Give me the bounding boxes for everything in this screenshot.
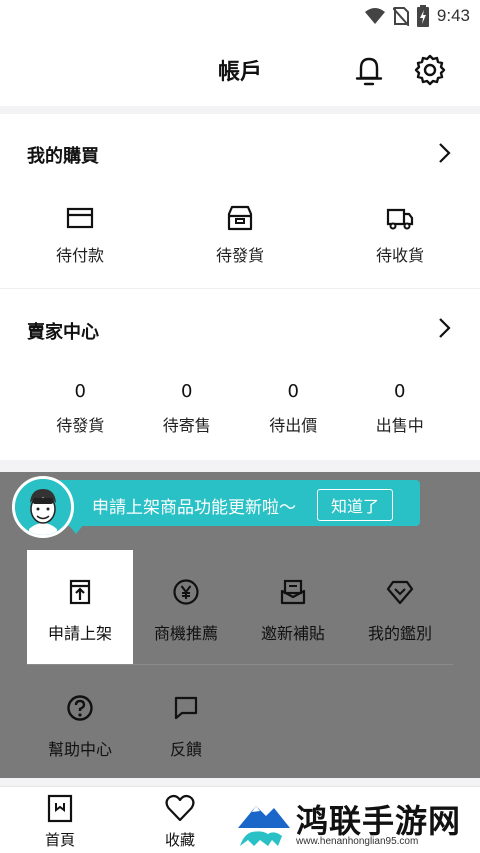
help-icon [67,695,93,721]
seller-item-pending-shipment[interactable]: 0 待發貨 [27,381,134,436]
yen-coin-icon [173,579,199,605]
tool-help-center[interactable]: 幫助中心 [27,666,133,780]
feedback-icon [174,696,198,720]
nav-item-home[interactable]: 首頁 [0,793,120,850]
tool-label: 申請上架 [47,624,112,643]
purchases-title: 我的購買 [27,146,99,167]
tool-label: 反饋 [169,740,202,759]
tool-apply-listing[interactable]: 申請上架 [27,550,133,664]
chevron-right-icon[interactable] [438,142,452,164]
seller-item-on-sale[interactable]: 0 出售中 [347,381,454,436]
purchase-label: 待發貨 [215,246,264,265]
purchase-item-pending-receipt[interactable]: 待收貨 [320,204,480,266]
seller-title: 賣家中心 [27,322,99,343]
mascot-icon [15,479,71,535]
seller-count: 0 [394,381,406,402]
heart-icon [165,794,195,822]
watermark-url: www.henanhonglian95.com [296,836,419,847]
wifi-icon [364,8,385,24]
page-title: 帳戶 [217,60,262,85]
tool-invite[interactable]: 邀新補貼 [240,550,346,664]
bell-icon[interactable] [354,54,384,86]
watermark: 鸿联手游网 www.henanhonglian95.com [232,792,480,853]
card-icon [66,207,94,229]
battery-charging-icon [416,5,429,27]
nav-label: 首頁 [44,831,75,849]
box-icon [227,205,253,231]
tool-authentication[interactable]: 我的鑑別 [347,550,453,664]
seller-label: 出售中 [375,416,424,435]
purchase-item-pending-payment[interactable]: 待付款 [0,204,160,266]
seller-item-pending-bid[interactable]: 0 待出價 [240,381,347,436]
avatar [12,476,74,538]
chevron-right-icon[interactable] [438,317,452,339]
seller-label: 待出價 [269,416,318,435]
tool-label: 邀新補貼 [260,624,325,643]
status-icons: 9:43 [364,5,470,27]
tool-label: 幫助中心 [47,740,112,759]
no-sim-icon [392,7,409,26]
status-time: 9:43 [436,6,470,25]
seller-count: 0 [287,381,299,402]
tooltip-text: 申請上架商品功能更新啦～ [92,498,296,518]
seller-section: 賣家中心 0 待發貨 0 待寄售 0 待出價 0 出售中 [0,288,480,460]
seller-count: 0 [74,381,86,402]
nav-label: 收藏 [164,831,195,849]
tool-feedback[interactable]: 反饋 [133,666,239,780]
gear-icon[interactable] [414,54,446,86]
seller-label: 待發貨 [56,416,105,435]
shopping-bag-icon [47,794,73,823]
purchase-label: 待收貨 [375,246,424,265]
diamond-icon [386,580,414,605]
nav-item-favorites[interactable]: 收藏 [120,793,240,850]
seller-count: 0 [181,381,193,402]
seller-row: 0 待發貨 0 待寄售 0 待出價 0 出售中 [27,381,453,436]
purchases-row: 待付款 待發貨 待收貨 [0,204,480,266]
tool-label: 商機推薦 [153,624,218,643]
purchase-label: 待付款 [55,246,104,265]
status-bar: 9:43 [0,0,480,32]
purchases-section: 我的購買 待付款 待發貨 待收貨 [0,114,480,288]
apply-listing-icon [69,579,91,605]
divider [27,664,453,665]
tool-label: 我的鑑別 [367,624,432,643]
invite-icon [280,579,306,605]
tool-opportunity[interactable]: 商機推薦 [133,550,239,664]
feature-tooltip: 申請上架商品功能更新啦～ 知道了 [12,476,420,542]
seller-item-pending-consignment[interactable]: 0 待寄售 [134,381,241,436]
tooltip-tail [68,524,84,534]
seller-label: 待寄售 [162,416,211,435]
truck-icon [386,208,414,230]
watermark-logo [234,794,292,850]
header: 帳戶 [0,32,480,106]
got-it-button[interactable]: 知道了 [317,489,393,521]
purchase-item-pending-shipment[interactable]: 待發貨 [160,204,320,266]
